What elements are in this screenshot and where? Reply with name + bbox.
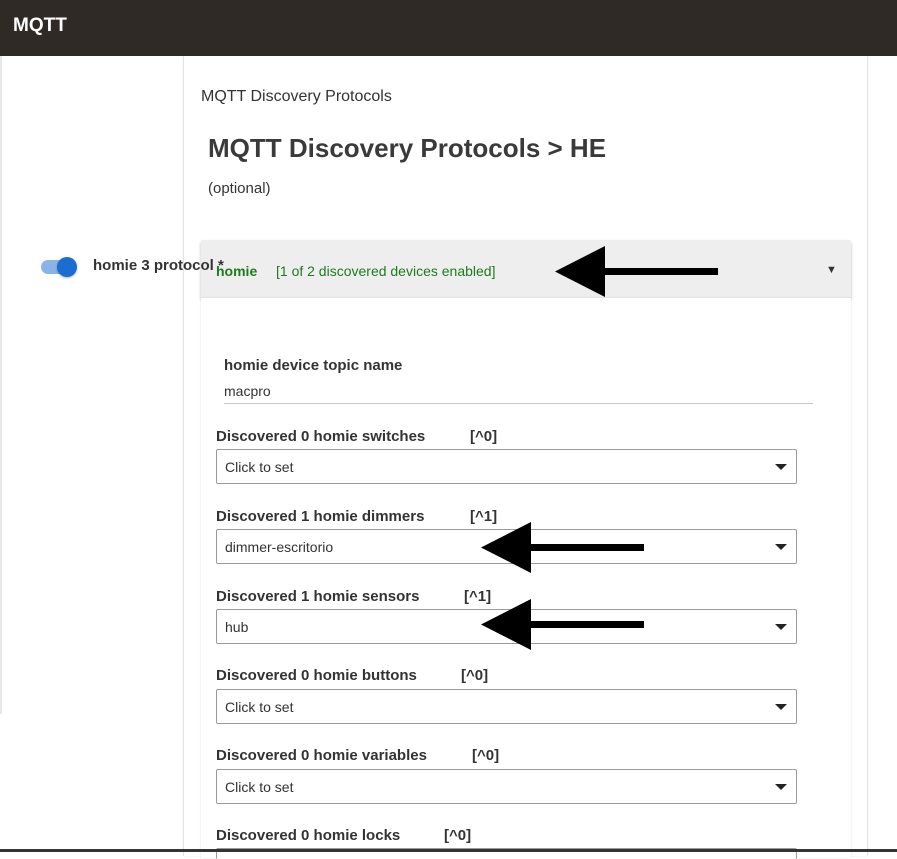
- chevron-down-icon[interactable]: ▼: [826, 264, 837, 276]
- top-bar: MQTT: [0, 0, 897, 56]
- annotation-arrow-icon: [481, 522, 644, 573]
- homie-section-header[interactable]: homie [1 of 2 discovered devices enabled…: [201, 240, 851, 298]
- variables-select[interactable]: Click to set: [216, 769, 797, 804]
- caret-down-icon: [775, 704, 787, 710]
- sensors-value: hub: [225, 619, 249, 635]
- caret-down-icon: [775, 464, 787, 470]
- toggle-label: homie 3 protocol *: [93, 257, 224, 274]
- switches-label: Discovered 0 homie switches: [216, 428, 426, 445]
- toggle-knob: [57, 257, 77, 277]
- buttons-select[interactable]: Click to set: [216, 689, 797, 724]
- caret-down-icon: [775, 624, 787, 630]
- variables-label: Discovered 0 homie variables: [216, 747, 427, 764]
- switches-select[interactable]: Click to set: [216, 449, 797, 484]
- dimmers-value: dimmer-escritorio: [225, 539, 334, 555]
- variables-count: [^0]: [472, 747, 500, 764]
- locks-label: Discovered 0 homie locks: [216, 827, 401, 844]
- locks-count: [^0]: [444, 827, 472, 844]
- variables-value: Click to set: [225, 779, 294, 795]
- switches-count: [^0]: [470, 428, 498, 445]
- section-summary: [1 of 2 discovered devices enabled]: [276, 263, 496, 279]
- topic-name-input[interactable]: [224, 379, 813, 404]
- caret-down-icon: [775, 784, 787, 790]
- annotation-arrow-icon: [481, 599, 644, 650]
- caret-down-icon: [775, 544, 787, 550]
- switches-value: Click to set: [225, 459, 294, 475]
- page-title: MQTT Discovery Protocols > HE: [208, 133, 607, 163]
- left-divider: [0, 56, 2, 714]
- dimmers-label: Discovered 1 homie dimmers: [216, 508, 425, 525]
- app-title: MQTT: [13, 15, 67, 36]
- topic-name-label: homie device topic name: [224, 357, 403, 374]
- homie-protocol-toggle[interactable]: [41, 257, 77, 277]
- buttons-value: Click to set: [225, 699, 294, 715]
- optional-note: (optional): [208, 180, 271, 197]
- annotation-arrow-icon: [555, 246, 718, 297]
- breadcrumb: MQTT Discovery Protocols: [201, 88, 392, 105]
- buttons-count: [^0]: [461, 667, 489, 684]
- sensors-label: Discovered 1 homie sensors: [216, 588, 420, 605]
- buttons-label: Discovered 0 homie buttons: [216, 667, 417, 684]
